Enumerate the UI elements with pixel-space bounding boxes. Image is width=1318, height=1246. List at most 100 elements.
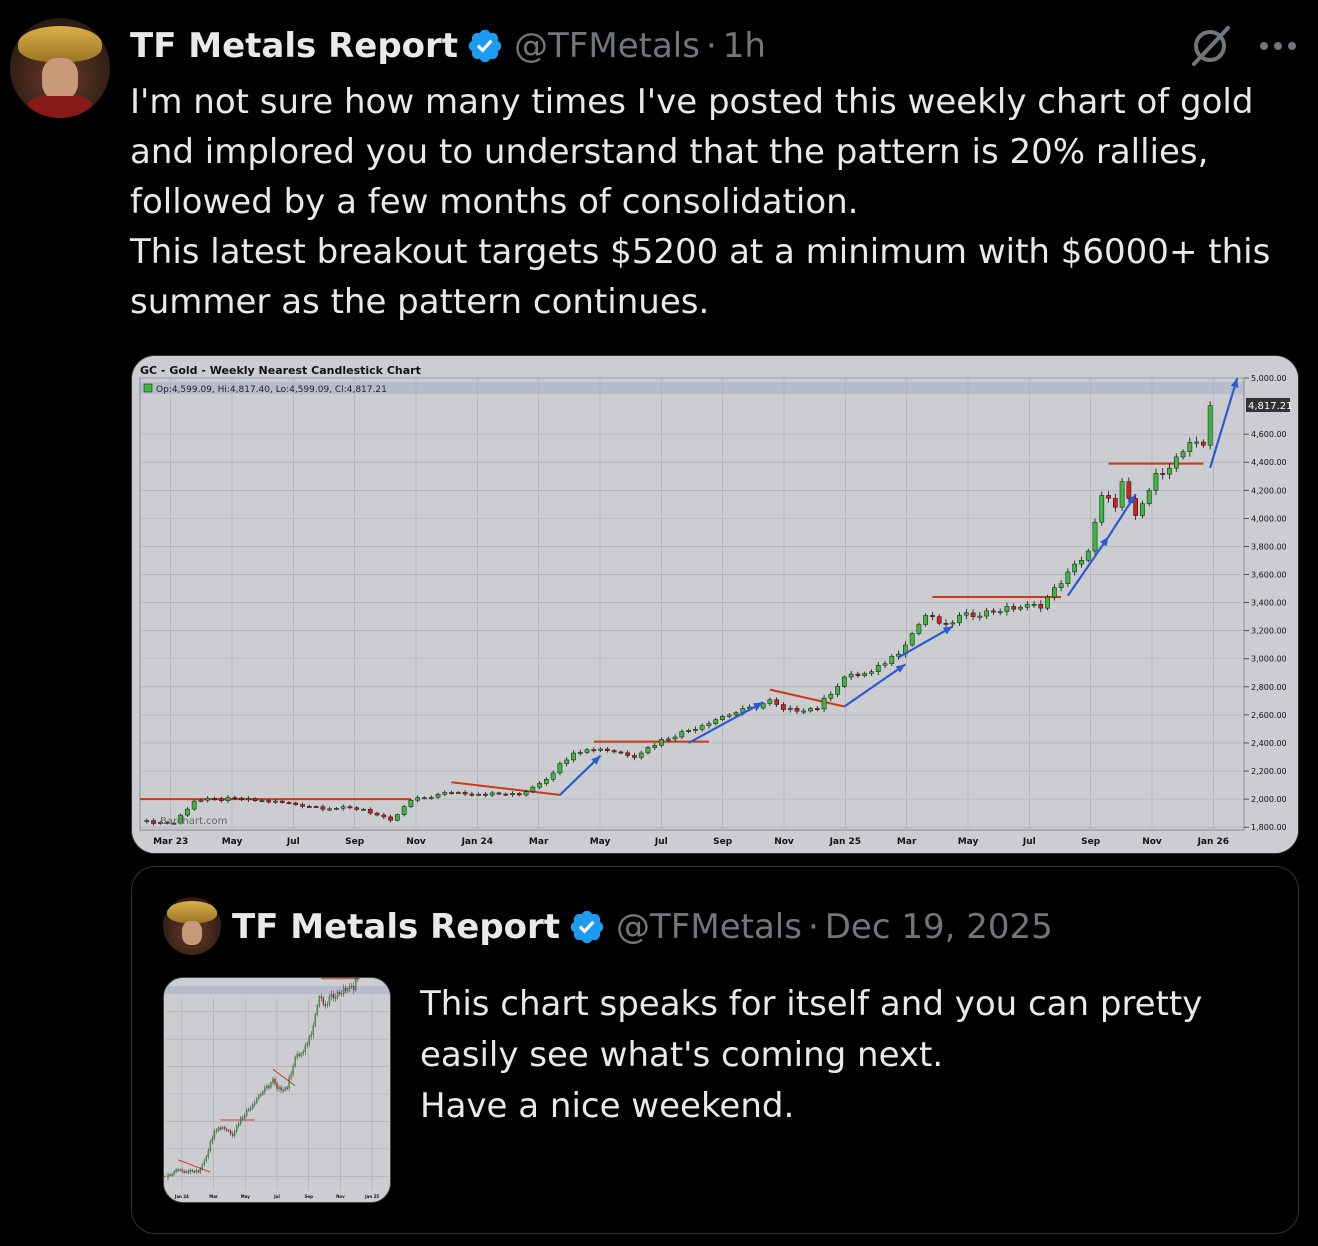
thumbnail-chart: Jan 24 Mar May Jul Sep Nov Jan 25 xyxy=(164,978,390,1202)
up-candle xyxy=(248,1108,250,1111)
up-candle xyxy=(144,820,150,823)
up-candle xyxy=(340,806,346,809)
up-candle xyxy=(195,1170,197,1173)
x-tick-label: May xyxy=(590,837,611,847)
author-handle[interactable]: @TFMetals xyxy=(514,26,700,66)
up-candle xyxy=(318,996,321,1006)
up-candle xyxy=(191,800,197,810)
down-candle xyxy=(611,750,617,753)
up-candle xyxy=(242,1117,244,1119)
up-candle xyxy=(308,1036,310,1045)
up-candle xyxy=(950,622,956,625)
up-candle xyxy=(185,808,190,816)
up-candle xyxy=(244,1115,246,1118)
down-candle xyxy=(1112,498,1118,508)
down-candle xyxy=(991,610,996,613)
down-candle xyxy=(1011,606,1017,610)
tweet-media-chart[interactable]: GC - Gold - Weekly Nearest Candlestick C… xyxy=(131,355,1299,854)
up-candle xyxy=(203,1160,205,1165)
x-tick-label: Jul xyxy=(1022,837,1036,847)
up-candle xyxy=(801,710,807,713)
x-tick-label: Jan 24 xyxy=(174,1194,189,1199)
down-candle xyxy=(344,987,347,991)
up-candle xyxy=(821,697,827,710)
grok-icon[interactable] xyxy=(1188,24,1232,68)
up-candle xyxy=(355,978,357,990)
down-candle xyxy=(193,1171,195,1173)
up-candle xyxy=(977,615,983,618)
quoted-author-avatar[interactable] xyxy=(163,897,221,955)
up-candle xyxy=(314,1014,316,1026)
up-candle xyxy=(330,994,333,997)
down-candle xyxy=(591,749,597,752)
author-avatar[interactable] xyxy=(10,18,110,118)
up-candle xyxy=(336,992,339,998)
more-icon[interactable] xyxy=(1258,40,1298,52)
up-candle xyxy=(328,996,331,1005)
up-candle xyxy=(306,1043,308,1046)
tweet-text: I'm not sure how many times I've posted … xyxy=(130,82,1271,322)
up-candle xyxy=(326,1003,329,1006)
up-candle xyxy=(699,725,705,730)
up-candle xyxy=(179,1169,181,1172)
quoted-tweet-date[interactable]: Dec 19, 2025 xyxy=(825,907,1053,947)
up-candle xyxy=(199,1168,201,1173)
y-tick-label: 3,800.00 xyxy=(1251,542,1287,551)
up-candle xyxy=(1058,583,1064,588)
down-candle xyxy=(347,806,353,809)
y-tick-label: 4,600.00 xyxy=(1251,430,1287,439)
up-candle xyxy=(787,707,793,710)
up-candle xyxy=(211,1137,214,1142)
down-candle xyxy=(449,792,454,794)
up-candle xyxy=(346,988,349,991)
down-candle xyxy=(320,806,326,810)
x-tick-label: Nov xyxy=(336,1194,345,1199)
down-candle xyxy=(381,814,387,818)
down-candle xyxy=(774,699,780,705)
up-candle xyxy=(1140,503,1145,516)
down-candle xyxy=(239,797,244,801)
tweet-time[interactable]: 1h xyxy=(723,26,766,66)
tweet-header: TF Metals Report @TFMetals · 1h xyxy=(130,24,766,68)
quoted-author-handle[interactable]: @TFMetals xyxy=(616,907,802,947)
quoted-author-name[interactable]: TF Metals Report xyxy=(232,907,560,947)
up-candle xyxy=(544,779,549,784)
author-name[interactable]: TF Metals Report xyxy=(130,26,458,66)
up-candle xyxy=(284,1087,286,1091)
x-tick-label: May xyxy=(958,837,979,847)
chart-ohlc-label: Op:4,599.09, Hi:4,817.40, Lo:4,599.09, C… xyxy=(156,385,387,395)
down-candle xyxy=(1160,473,1166,475)
up-candle xyxy=(693,729,698,731)
up-candle xyxy=(189,1170,191,1173)
down-candle xyxy=(516,793,522,796)
x-tick-label: Sep xyxy=(345,837,365,847)
up-candle xyxy=(875,665,881,672)
x-tick-label: Nov xyxy=(774,837,794,847)
up-candle xyxy=(672,736,678,740)
up-candle xyxy=(652,745,658,748)
y-tick-label: 4,000.00 xyxy=(1251,514,1287,523)
up-candle xyxy=(215,1130,218,1132)
down-candle xyxy=(227,1130,230,1132)
down-candle xyxy=(266,800,272,803)
up-candle xyxy=(240,1117,242,1124)
up-candle xyxy=(395,814,400,821)
down-candle xyxy=(306,806,312,808)
x-tick-label: Jul xyxy=(654,837,668,847)
up-candle xyxy=(233,1131,236,1136)
down-candle xyxy=(618,751,624,754)
down-candle xyxy=(276,1083,278,1089)
up-candle xyxy=(679,731,685,738)
down-candle xyxy=(632,755,637,758)
quoted-media-thumbnail[interactable]: Jan 24 Mar May Jul Sep Nov Jan 25 xyxy=(163,977,391,1203)
up-candle xyxy=(246,1110,248,1116)
down-candle xyxy=(422,797,427,800)
down-candle xyxy=(930,615,935,617)
up-candle xyxy=(1024,604,1030,608)
quoted-tweet[interactable]: TF Metals Report @TFMetals · Dec 19, 202… xyxy=(131,866,1299,1234)
down-candle xyxy=(855,673,861,676)
down-candle xyxy=(625,752,631,756)
up-candle xyxy=(1079,560,1084,565)
x-tick-label: Mar xyxy=(897,837,917,847)
y-tick-label: 2,800.00 xyxy=(1251,683,1287,692)
